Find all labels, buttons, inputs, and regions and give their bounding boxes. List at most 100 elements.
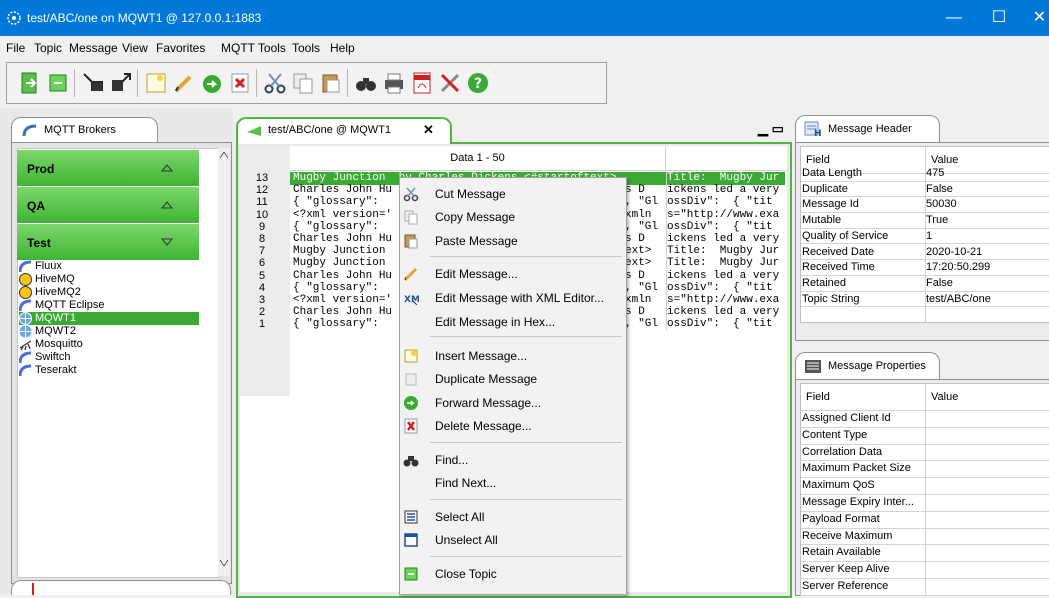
column-divider [925,147,926,322]
menu-tools[interactable]: Tools [292,41,320,55]
tab-message-header[interactable]: H Message Header [795,115,940,143]
group-test[interactable]: Test [17,224,199,260]
tab-topic[interactable]: test/ABC/one @ MQWT1 ✕ [236,117,452,144]
maximize-window-button[interactable]: ☐ [985,6,1013,30]
menu-view[interactable]: View [122,41,148,55]
menu-item-duplicate-message[interactable]: Duplicate Message [399,368,625,390]
help-icon[interactable]: ? [465,70,491,96]
new-message-icon[interactable] [143,70,169,96]
menu-item-edit-message-with-xml-editor[interactable]: XM Edit Message with XML Editor... [399,287,625,309]
connect-icon[interactable] [17,70,43,96]
value-cell: 17:20:50.299 [926,261,991,274]
field-cell: Retained [802,276,847,289]
broker-item-fluux[interactable]: Fluux [19,260,199,273]
menu-item-cut-message[interactable]: Cut Message [399,183,625,205]
broker-item-swiftch[interactable]: Swiftch [19,351,199,364]
message-properties-table: Field Value Assigned Client Id Content Ty… [800,383,1049,596]
tab-message-properties[interactable]: Message Properties [795,352,940,380]
field-cell: Content Type [802,428,868,441]
scroll-down-icon[interactable] [220,560,228,566]
print-icon[interactable] [381,70,407,96]
field-cell: Quality of Service [802,229,889,242]
tab-mqtt-brokers[interactable]: MQTT Brokers [11,117,158,144]
menu-item-close-topic[interactable]: Close Topic [399,563,625,585]
chevron-up-icon[interactable] [160,198,174,212]
data-column-header-2 [665,146,786,171]
menu-item-label: Copy Message [435,210,516,224]
chevron-down-icon[interactable] [160,235,174,249]
broker-item-mosquitto[interactable]: Mosquitto [19,338,199,351]
delete-icon[interactable] [227,70,253,96]
menu-help[interactable]: Help [330,41,355,55]
cut-icon[interactable] [262,70,288,96]
broker-item-hivemq2[interactable]: HiveMQ2 [19,286,199,299]
value-cell: False [926,182,953,195]
menu-item-label: Insert Message... [435,349,528,363]
broker-list-scrollbar[interactable] [218,148,230,576]
minimize-window-button[interactable]: — [940,6,968,30]
forward-icon[interactable] [199,70,225,96]
group-qa[interactable]: QA [17,187,199,223]
find-icon[interactable] [353,70,379,96]
menu-item-forward-message[interactable]: Forward Message... [399,392,625,414]
menu-message[interactable]: Message [69,41,118,55]
line-number: 6 [258,257,266,270]
minimize-maximize-panel-button[interactable]: ▁ ▭ [758,121,784,137]
menu-item-find[interactable]: Find... [399,449,625,471]
chevron-up-icon[interactable] [160,161,174,175]
menu-item-unselect-all[interactable]: Unselect All [399,529,625,551]
tab-message-header-label: Message Header [828,123,912,135]
menu-item-paste-message[interactable]: Paste Message [399,230,625,252]
broker-item-mqtt-eclipse[interactable]: MQTT Eclipse [19,299,199,312]
menu-separator [430,256,622,257]
paste-icon[interactable] [318,70,344,96]
copy-icon[interactable] [290,70,316,96]
field-cell: Receive Maximum [802,529,893,542]
line-number: 13 [255,172,269,184]
window-titlebar: test/ABC/one on MQWT1 @ 127.0.0.1:1883 —… [0,0,1049,36]
menu-item-select-all[interactable]: Select All [399,506,625,528]
menu-item-edit-message[interactable]: Edit Message... [399,263,625,285]
broker-item-mqwt1[interactable]: MQWT1 [19,312,199,325]
status-indicator [32,583,34,595]
row-data-cell: Charles John Hu [293,233,393,245]
group-qa-label: QA [27,199,45,213]
tools-icon[interactable] [437,70,463,96]
menu-item-find-next[interactable]: Find Next... [399,472,625,494]
close-tab-icon[interactable]: ✕ [423,122,434,138]
menu-mqtt-tools[interactable]: MQTT Tools [221,41,286,55]
pdf-icon[interactable] [409,70,435,96]
subscribe-icon[interactable] [80,70,106,96]
menu-item-copy-message[interactable]: Copy Message [399,206,625,228]
topic-icon [247,126,261,136]
menu-file[interactable]: File [6,41,25,55]
value-cell: 1 [926,229,933,242]
scissors-icon [403,187,419,202]
tab-status[interactable] [11,580,231,595]
menu-topic[interactable]: Topic [34,41,62,55]
unsubscribe-icon[interactable] [108,70,134,96]
menu-item-edit-message-in-hex[interactable]: Edit Message in Hex... [399,311,625,333]
scroll-up-icon[interactable] [220,152,228,158]
row-data-cell-mid: s D [625,269,645,282]
broker-item-mqwt2[interactable]: MQWT2 [19,325,199,338]
disconnect-icon[interactable] [45,70,71,96]
close-topic-icon [404,567,418,581]
edit-message-icon[interactable] [171,70,197,96]
row-data-cell: { "glossary": [293,318,393,331]
menu-item-insert-message[interactable]: Insert Message... [399,345,625,367]
value-cell: True [926,214,949,227]
pencil-icon [403,267,418,282]
row-data-cell-mid: ext> [625,257,652,270]
broker-item-teserakt[interactable]: Teserakt [19,364,199,377]
menu-item-delete-message[interactable]: Delete Message... [399,415,625,437]
tab-message-properties-label: Message Properties [828,360,926,372]
row-data-cell-right: ossDiv": { "tit [666,220,785,233]
broker-item-hivemq[interactable]: HiveMQ [19,273,199,286]
menu-item-label: Forward Message... [435,396,542,410]
menu-favorites[interactable]: Favorites [156,41,205,55]
broker-item-label: MQWT2 [35,325,76,337]
group-prod[interactable]: Prod [17,150,199,186]
field-cell: Data Length [802,167,862,179]
close-window-button[interactable]: ✕ [1030,6,1049,30]
